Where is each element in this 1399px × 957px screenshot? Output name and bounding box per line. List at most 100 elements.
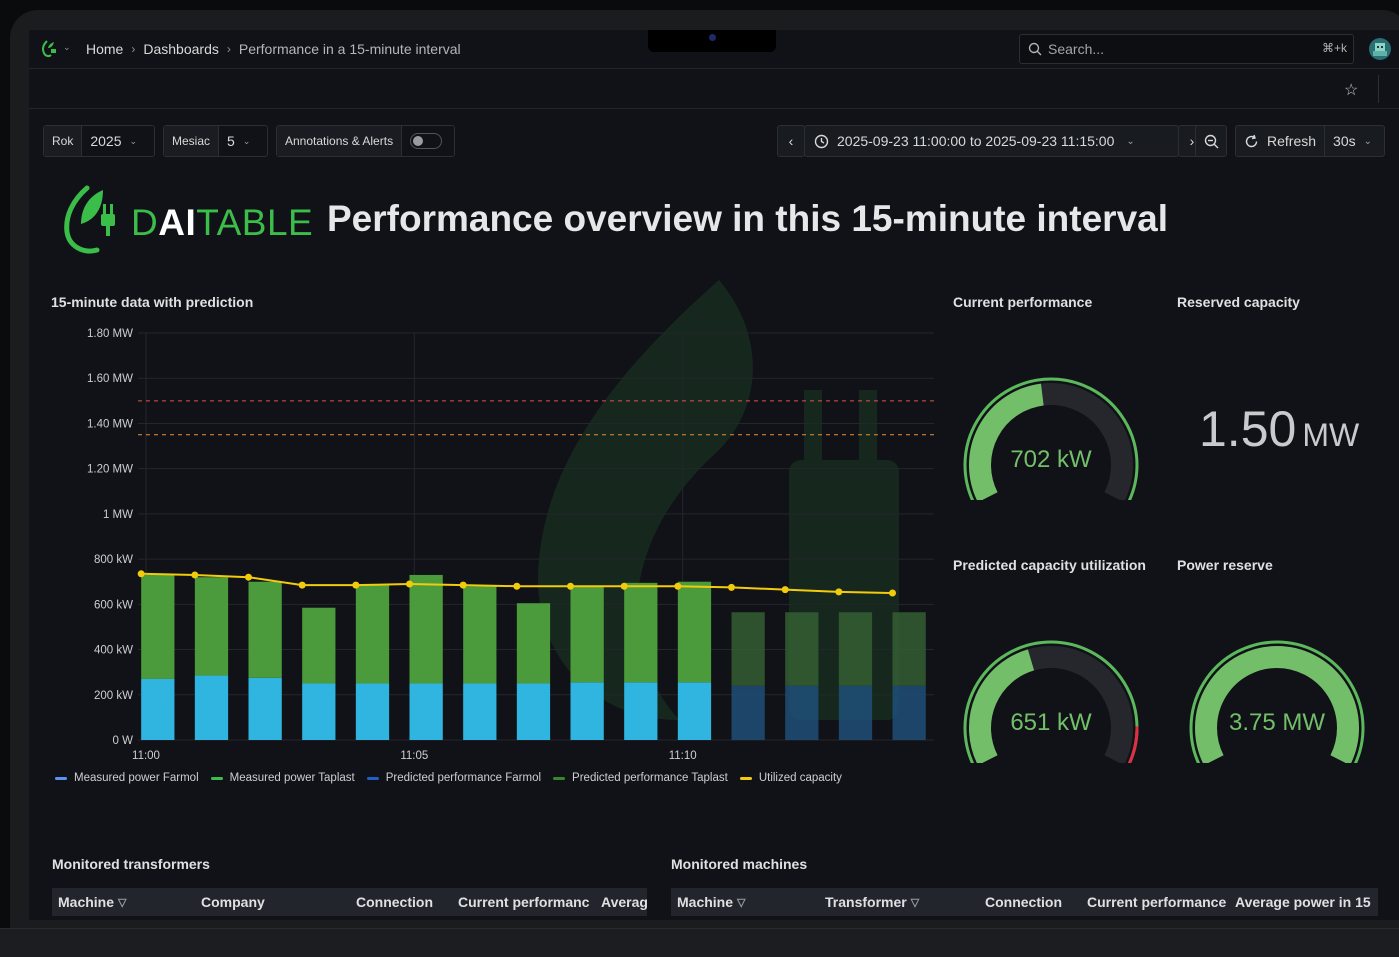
legend-swatch: [739, 776, 752, 780]
year-variable[interactable]: Rok 2025 ⌄: [43, 125, 155, 157]
year-select[interactable]: 2025: [82, 133, 129, 149]
predicted-utilization-title: Predicted capacity utilization: [953, 557, 1146, 573]
refresh-interval-select[interactable]: 30s ⌄: [1325, 133, 1380, 149]
refresh-interval-value: 30s: [1333, 133, 1356, 149]
toggle-knob: [413, 136, 424, 146]
bar-measured-farmol: [355, 683, 390, 740]
brand-letter-d: D: [131, 202, 159, 243]
annotations-toggle-group[interactable]: Annotations & Alerts: [276, 125, 455, 157]
zoom-out-icon: [1204, 134, 1218, 148]
avatar[interactable]: [1369, 38, 1391, 60]
filter-icon[interactable]: ▽: [737, 896, 745, 909]
filter-icon[interactable]: ▽: [118, 896, 126, 909]
bar-predicted-taplast: [892, 612, 926, 686]
bar-measured-farmol: [302, 683, 336, 740]
refresh-button[interactable]: Refresh: [1236, 126, 1326, 156]
utilized-capacity-point: [889, 589, 897, 597]
bar-measured-taplast: [248, 581, 282, 678]
legend-swatch: [210, 776, 223, 780]
machines-table-header: Machine ▽ Transformer ▽ Connection Current…: [671, 888, 1378, 916]
utilized-capacity-point: [513, 582, 521, 590]
utilized-capacity-point: [620, 582, 628, 590]
column-machine[interactable]: Machine ▽: [58, 894, 126, 910]
bar-measured-taplast: [302, 607, 336, 684]
year-label: Rok: [44, 126, 83, 156]
column-transformer[interactable]: Transformer ▽: [825, 894, 919, 910]
utilized-capacity-point: [835, 588, 843, 596]
legend-item[interactable]: Measured power Farmol: [55, 772, 199, 784]
brand-letters-table: TABLE: [196, 202, 314, 243]
brand-name: DAITABLE: [131, 202, 313, 244]
utilized-capacity-point: [728, 583, 736, 591]
bar-measured-farmol: [194, 675, 229, 740]
power-reserve-gauge: 3.75 MW: [1189, 640, 1365, 763]
y-tick-label: 1.80 MW: [87, 328, 133, 340]
month-label: Mesiac: [164, 126, 220, 156]
legend-item[interactable]: Measured power Taplast: [210, 772, 355, 784]
bar-measured-farmol: [570, 682, 604, 740]
breadcrumb-home[interactable]: Home: [86, 41, 123, 57]
chevron-left-icon: ‹: [788, 133, 794, 149]
app-logo-icon[interactable]: [39, 39, 59, 59]
column-machine[interactable]: Machine ▽: [677, 894, 745, 910]
legend-label: Utilized capacity: [758, 772, 842, 784]
y-tick-label: 1 MW: [103, 509, 133, 521]
utilized-capacity-point: [191, 571, 199, 579]
column-label: Current performance: [1087, 894, 1227, 910]
legend-label: Predicted performance Taplast: [572, 772, 728, 784]
column-label: Current performanc: [458, 894, 590, 910]
legend-swatch: [366, 776, 379, 780]
bar-measured-farmol: [463, 683, 497, 740]
legend-item[interactable]: Predicted performance Taplast: [553, 772, 728, 784]
x-tick-label: 11:05: [400, 750, 428, 762]
column-connection[interactable]: Connection: [985, 894, 1062, 910]
zoom-out-button[interactable]: [1195, 125, 1227, 157]
y-tick-label: 1.60 MW: [87, 373, 133, 385]
chevron-down-icon[interactable]: ⌄: [63, 42, 71, 53]
bar-predicted-farmol: [785, 685, 819, 740]
dashboard-toolbar: [29, 68, 1399, 109]
month-variable[interactable]: Mesiac 5 ⌄: [163, 125, 268, 157]
column-label: Connection: [356, 894, 433, 910]
brand-letters-ai: AI: [158, 202, 197, 243]
y-tick-label: 0 W: [113, 735, 134, 747]
reserved-capacity-value: 1.50: [1199, 401, 1297, 457]
utilized-capacity-point: [245, 573, 253, 581]
time-back-button[interactable]: ‹: [777, 125, 805, 157]
bar-predicted-taplast: [838, 612, 873, 686]
current-performance-title: Current performance: [953, 294, 1093, 310]
bar-measured-farmol: [516, 683, 551, 740]
time-range-picker[interactable]: 2025-09-23 11:00:00 to 2025-09-23 11:15:…: [804, 125, 1179, 157]
column-company[interactable]: Company: [201, 894, 265, 910]
breadcrumb-current: Performance in a 15-minute interval: [238, 41, 461, 57]
column-label: Machine: [58, 894, 115, 910]
utilized-capacity-point: [567, 582, 575, 590]
legend-item[interactable]: Utilized capacity: [739, 772, 842, 784]
search-input[interactable]: Search... ⌘+k: [1019, 34, 1354, 64]
transformers-table-header: Machine ▽ Company Connection Current perf…: [52, 888, 647, 916]
legend-item[interactable]: Predicted performance Farmol: [366, 772, 541, 784]
dashboard-screen: ⌄ Home › Dashboards › Performance in a 1…: [29, 30, 1399, 920]
star-icon[interactable]: ☆: [1344, 80, 1358, 100]
annotations-toggle[interactable]: [410, 133, 443, 149]
annotations-label: Annotations & Alerts: [277, 126, 403, 156]
search-shortcut: ⌘+k: [1321, 41, 1347, 55]
bar-measured-farmol: [141, 678, 175, 740]
camera-icon: [709, 34, 716, 41]
column-average[interactable]: Averag: [601, 894, 647, 910]
filter-icon[interactable]: ▽: [911, 896, 919, 909]
time-series-chart[interactable]: 0 W 200 kW 400 kW 600 kW 800 kW 1 MW 1.20 MW 1.…: [49, 320, 934, 770]
column-current-performance[interactable]: Current performance: [1087, 894, 1226, 910]
month-select[interactable]: 5: [219, 133, 243, 149]
breadcrumb-separator-icon: ›: [226, 42, 231, 56]
utilized-capacity-point: [459, 581, 467, 589]
column-label: Transformer: [825, 894, 907, 910]
device-bezel: [0, 928, 1399, 957]
column-current-performance[interactable]: Current performanc: [458, 894, 589, 910]
reserved-capacity-stat: 1.50 MW: [1199, 400, 1359, 458]
y-tick-label: 1.20 MW: [87, 464, 133, 476]
column-connection[interactable]: Connection: [356, 894, 433, 910]
chevron-down-icon: ⌄: [242, 135, 251, 146]
column-average-power[interactable]: Average power in 15: [1235, 894, 1371, 910]
breadcrumb-dashboards[interactable]: Dashboards: [143, 41, 219, 57]
